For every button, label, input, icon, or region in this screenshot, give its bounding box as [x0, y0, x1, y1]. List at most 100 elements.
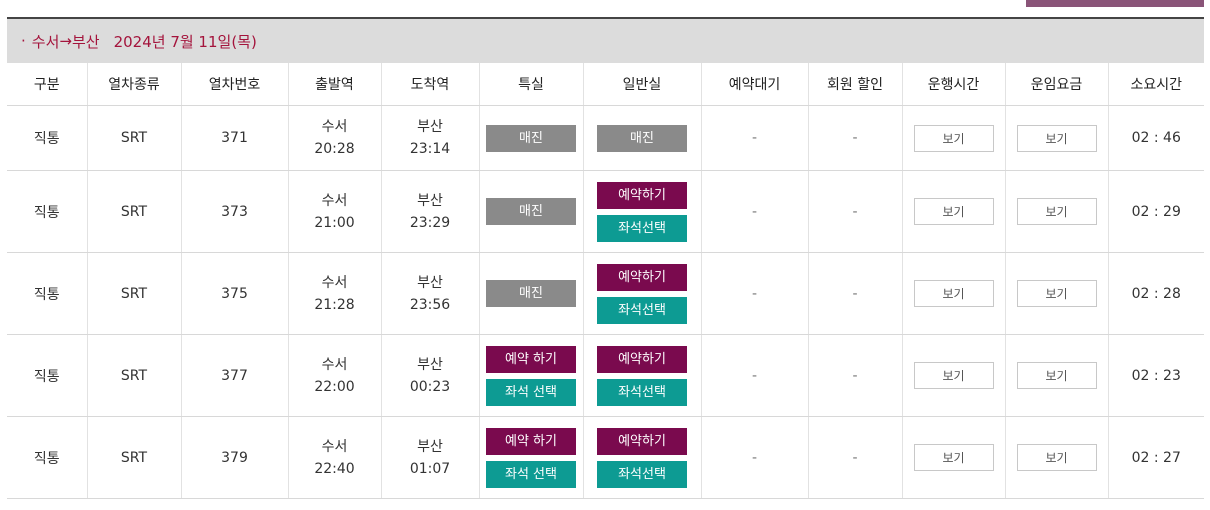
cell-category: 직통 [7, 170, 87, 253]
origin-station: 수서 [31, 32, 60, 51]
cell-category: 직통 [7, 252, 87, 335]
col-header-train-number: 열차번호 [180, 63, 288, 106]
cell-fare: 보기 [1004, 252, 1108, 335]
cell-arrival: 부산 23:56 [380, 252, 479, 335]
cell-duration: 02 : 29 [1107, 170, 1204, 253]
standard-seat-select-button[interactable]: 좌석선택 [597, 214, 687, 242]
arrival-time: 23:14 [409, 141, 451, 157]
arrival-station: 부산 [417, 119, 443, 135]
cell-standard: 예약하기좌석선택 [582, 170, 701, 253]
route-arrow: → [59, 32, 72, 50]
arrival-time: 00:23 [409, 378, 451, 395]
cell-first-class: 예약 하기좌석 선택 [478, 416, 583, 499]
cell-departure: 수서 20:28 [287, 105, 381, 171]
fare-view-button[interactable]: 보기 [1016, 124, 1097, 152]
schedule-view-button[interactable]: 보기 [913, 444, 994, 471]
cell-train-type: SRT [86, 170, 181, 253]
departure-station: 수서 [321, 274, 348, 291]
cell-schedule: 보기 [901, 105, 1005, 171]
schedule-view-button[interactable]: 보기 [913, 280, 994, 307]
col-header-departure: 출발역 [287, 63, 381, 106]
col-header-member-discount: 회원 할인 [807, 63, 902, 106]
cell-fare: 보기 [1004, 105, 1108, 171]
route-header: · 수서 → 부산 2024년 7월 11일(목) [7, 17, 1204, 63]
cell-member-discount: - [807, 252, 902, 335]
cell-schedule: 보기 [901, 416, 1005, 499]
cell-duration: 02 : 28 [1107, 252, 1204, 335]
table-row: 직통 SRT 377 수서 22:00 부산 00:23 예약 하기 좌석 선택 예약… [7, 334, 1204, 417]
cell-member-discount: - [807, 334, 902, 417]
first-class-sold-out-button[interactable]: 매진 [486, 124, 576, 152]
col-header-train-type: 열차종류 [86, 63, 181, 106]
cell-train-type: SRT [86, 416, 181, 499]
fare-view-button[interactable]: 보기 [1016, 198, 1097, 225]
first-class-reserve-button[interactable]: 예약 하기 [486, 345, 576, 373]
fare-view-button[interactable]: 보기 [1016, 362, 1097, 389]
cell-waitlist: - [700, 170, 808, 253]
train-results: · 수서 → 부산 2024년 7월 11일(목) 구분 열차종류 열차번호 출… [7, 17, 1204, 499]
col-header-first-class: 특실 [478, 63, 583, 106]
top-tab-decoration [1026, 0, 1204, 7]
departure-station: 수서 [321, 438, 348, 455]
standard-reserve-button[interactable]: 예약하기 [597, 181, 687, 209]
first-class-seat-select-button[interactable]: 좌석 선택 [486, 460, 576, 488]
standard-seat-select-button[interactable]: 좌석선택 [597, 460, 687, 488]
cell-schedule: 보기 [901, 170, 1005, 253]
first-class-sold-out-button[interactable]: 매진 [486, 198, 576, 225]
col-header-schedule: 운행시간 [901, 63, 1005, 106]
arrival-time: 01:07 [409, 460, 451, 477]
cell-train-type: SRT [86, 105, 181, 171]
departure-time: 21:00 [314, 214, 355, 231]
arrival-station: 부산 [417, 356, 443, 373]
table-row: 직통 SRT 371 수서 20:28 부산 23:14 매진 매진 - - 보기 … [7, 105, 1204, 171]
cell-train-number: 379 [180, 416, 288, 499]
bullet: · [21, 32, 26, 50]
first-class-seat-select-button[interactable]: 좌석 선택 [486, 378, 576, 406]
cell-first-class: 매진 [478, 105, 583, 171]
table-row: 직통 SRT 375 수서 21:28 부산 23:56 매진 예약하기 좌석선택 -… [7, 252, 1204, 335]
cell-waitlist: - [700, 105, 808, 171]
col-header-arrival: 도착역 [380, 63, 479, 106]
schedule-view-button[interactable]: 보기 [913, 362, 994, 389]
arrival-time: 23:29 [409, 214, 451, 231]
cell-duration: 02 : 46 [1107, 105, 1204, 171]
standard-seat-select-button[interactable]: 좌석선택 [597, 378, 687, 406]
departure-station: 수서 [321, 119, 348, 135]
standard-seat-select-button[interactable]: 좌석선택 [597, 296, 687, 324]
standard-reserve-button[interactable]: 예약하기 [597, 263, 687, 291]
cell-train-number: 375 [180, 252, 288, 335]
travel-date: 2024년 7월 11일(목) [113, 32, 257, 51]
arrival-time: 23:56 [409, 296, 451, 313]
first-class-reserve-button[interactable]: 예약 하기 [486, 427, 576, 455]
departure-time: 21:28 [314, 296, 355, 313]
cell-departure: 수서 22:40 [287, 416, 381, 499]
destination-station: 부산 [71, 32, 100, 51]
cell-standard: 예약하기좌석선택 [582, 334, 701, 417]
cell-schedule: 보기 [901, 334, 1005, 417]
cell-schedule: 보기 [901, 252, 1005, 335]
standard-reserve-button[interactable]: 예약하기 [597, 345, 687, 373]
schedule-view-button[interactable]: 보기 [913, 198, 994, 225]
cell-standard: 예약하기좌석선택 [582, 416, 701, 499]
cell-category: 직통 [7, 334, 87, 417]
standard-sold-out-button[interactable]: 매진 [597, 124, 687, 152]
cell-waitlist: - [700, 252, 808, 335]
standard-reserve-button[interactable]: 예약하기 [597, 427, 687, 455]
cell-category: 직통 [7, 416, 87, 499]
cell-category: 직통 [7, 105, 87, 171]
first-class-sold-out-button[interactable]: 매진 [486, 280, 576, 307]
fare-view-button[interactable]: 보기 [1016, 280, 1097, 307]
cell-train-type: SRT [86, 334, 181, 417]
arrival-station: 부산 [417, 274, 443, 291]
cell-first-class: 매진 [478, 252, 583, 335]
cell-member-discount: - [807, 170, 902, 253]
cell-member-discount: - [807, 416, 902, 499]
fare-view-button[interactable]: 보기 [1016, 444, 1097, 471]
cell-departure: 수서 22:00 [287, 334, 381, 417]
cell-first-class: 매진 [478, 170, 583, 253]
departure-time: 22:40 [314, 460, 355, 477]
col-header-duration: 소요시간 [1107, 63, 1204, 106]
schedule-view-button[interactable]: 보기 [913, 124, 994, 152]
cell-arrival: 부산 23:14 [380, 105, 479, 171]
cell-arrival: 부산 01:07 [380, 416, 479, 499]
